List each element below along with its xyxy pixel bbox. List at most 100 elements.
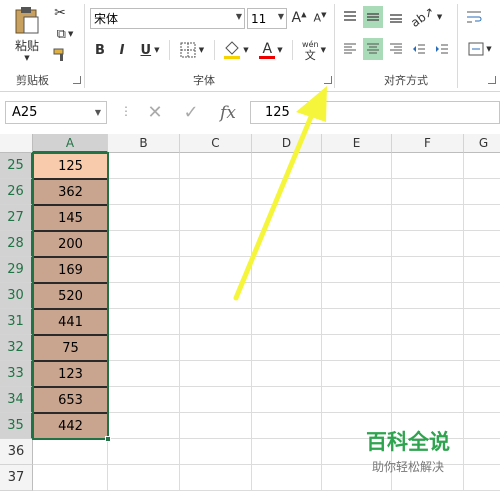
cell-a37[interactable]: [33, 465, 108, 491]
cell-f32[interactable]: [392, 335, 464, 361]
cell-f28[interactable]: [392, 231, 464, 257]
wrap-text-button[interactable]: [463, 6, 485, 28]
row-header-27[interactable]: 27: [0, 205, 33, 231]
font-dialog-launcher-icon[interactable]: [324, 76, 332, 84]
cell-f27[interactable]: [392, 205, 464, 231]
cell-b33[interactable]: [108, 361, 180, 387]
cell-e25[interactable]: [322, 153, 392, 179]
cell-b28[interactable]: [108, 231, 180, 257]
bold-button[interactable]: B: [92, 40, 108, 60]
row-header-25[interactable]: 25: [0, 153, 33, 179]
borders-button[interactable]: ▼: [176, 40, 208, 60]
cell-b30[interactable]: [108, 283, 180, 309]
cell-c27[interactable]: [180, 205, 252, 231]
cell-g29[interactable]: [464, 257, 500, 283]
cell-g25[interactable]: [464, 153, 500, 179]
cell-b36[interactable]: [108, 439, 180, 465]
decrease-indent-button[interactable]: [409, 38, 429, 60]
cell-c31[interactable]: [180, 309, 252, 335]
cell-d33[interactable]: [252, 361, 322, 387]
cell-d29[interactable]: [252, 257, 322, 283]
cell-g28[interactable]: [464, 231, 500, 257]
font-size-select[interactable]: 11 ▼: [247, 8, 287, 29]
cell-g36[interactable]: [464, 439, 500, 465]
clipboard-dialog-launcher-icon[interactable]: [73, 76, 81, 84]
cell-f33[interactable]: [392, 361, 464, 387]
align-center-button[interactable]: [363, 38, 383, 60]
cell-e26[interactable]: [322, 179, 392, 205]
cell-g26[interactable]: [464, 179, 500, 205]
cell-e33[interactable]: [322, 361, 392, 387]
increase-indent-button[interactable]: [432, 38, 452, 60]
cell-c32[interactable]: [180, 335, 252, 361]
row-header-31[interactable]: 31: [0, 309, 33, 335]
cell-g37[interactable]: [464, 465, 500, 491]
cell-e34[interactable]: [322, 387, 392, 413]
cell-d28[interactable]: [252, 231, 322, 257]
column-header-f[interactable]: F: [392, 134, 464, 153]
cell-f25[interactable]: [392, 153, 464, 179]
cell-g31[interactable]: [464, 309, 500, 335]
row-header-26[interactable]: 26: [0, 179, 33, 205]
cell-f26[interactable]: [392, 179, 464, 205]
insert-function-button[interactable]: fx: [212, 101, 244, 124]
column-header-c[interactable]: C: [180, 134, 252, 153]
cell-f31[interactable]: [392, 309, 464, 335]
cell-c28[interactable]: [180, 231, 252, 257]
grow-font-button[interactable]: A▲: [291, 8, 307, 28]
column-header-e[interactable]: E: [322, 134, 392, 153]
select-all-corner[interactable]: [0, 134, 33, 153]
orientation-button[interactable]: ab↗ ▼: [408, 4, 442, 30]
align-left-button[interactable]: [340, 38, 360, 60]
cell-g30[interactable]: [464, 283, 500, 309]
font-name-select[interactable]: 宋体 ▼: [90, 8, 245, 29]
cell-e32[interactable]: [322, 335, 392, 361]
cut-button[interactable]: ✂: [50, 4, 70, 22]
cell-b35[interactable]: [108, 413, 180, 439]
cell-b26[interactable]: [108, 179, 180, 205]
cell-b32[interactable]: [108, 335, 180, 361]
cell-d35[interactable]: [252, 413, 322, 439]
cell-d26[interactable]: [252, 179, 322, 205]
top-align-button[interactable]: [340, 6, 360, 28]
cell-d25[interactable]: [252, 153, 322, 179]
row-header-28[interactable]: 28: [0, 231, 33, 257]
formula-input[interactable]: 125: [250, 101, 500, 124]
cell-c36[interactable]: [180, 439, 252, 465]
cell-g27[interactable]: [464, 205, 500, 231]
cell-d27[interactable]: [252, 205, 322, 231]
shrink-font-button[interactable]: A▼: [312, 8, 328, 28]
cell-f30[interactable]: [392, 283, 464, 309]
cancel-entry-button[interactable]: ✕: [140, 101, 170, 124]
cell-f29[interactable]: [392, 257, 464, 283]
format-painter-button[interactable]: [50, 46, 70, 64]
row-header-36[interactable]: 36: [0, 439, 33, 465]
cell-d32[interactable]: [252, 335, 322, 361]
phonetic-button[interactable]: wén 文 ▼: [298, 36, 330, 64]
cell-c29[interactable]: [180, 257, 252, 283]
underline-button[interactable]: U ▼: [136, 40, 164, 60]
cell-c34[interactable]: [180, 387, 252, 413]
row-header-32[interactable]: 32: [0, 335, 33, 361]
paste-button[interactable]: 粘贴 ▼: [8, 4, 46, 62]
cell-g35[interactable]: [464, 413, 500, 439]
row-header-34[interactable]: 34: [0, 387, 33, 413]
cell-c30[interactable]: [180, 283, 252, 309]
cell-e28[interactable]: [322, 231, 392, 257]
cell-e30[interactable]: [322, 283, 392, 309]
fill-color-button[interactable]: ▼: [221, 38, 251, 62]
cell-f34[interactable]: [392, 387, 464, 413]
column-header-d[interactable]: D: [252, 134, 322, 153]
cell-b37[interactable]: [108, 465, 180, 491]
row-header-35[interactable]: 35: [0, 413, 33, 439]
name-box[interactable]: A25 ▼: [5, 101, 107, 124]
font-color-button[interactable]: A ▼: [256, 38, 286, 62]
merge-center-button[interactable]: ▼: [463, 38, 497, 60]
confirm-entry-button[interactable]: ✓: [176, 101, 206, 124]
row-header-37[interactable]: 37: [0, 465, 33, 491]
cell-c33[interactable]: [180, 361, 252, 387]
cell-b25[interactable]: [108, 153, 180, 179]
alignment-dialog-launcher-icon[interactable]: [488, 76, 496, 84]
column-header-g[interactable]: G: [464, 134, 500, 153]
copy-button[interactable]: ⧉ ▼: [50, 25, 80, 43]
